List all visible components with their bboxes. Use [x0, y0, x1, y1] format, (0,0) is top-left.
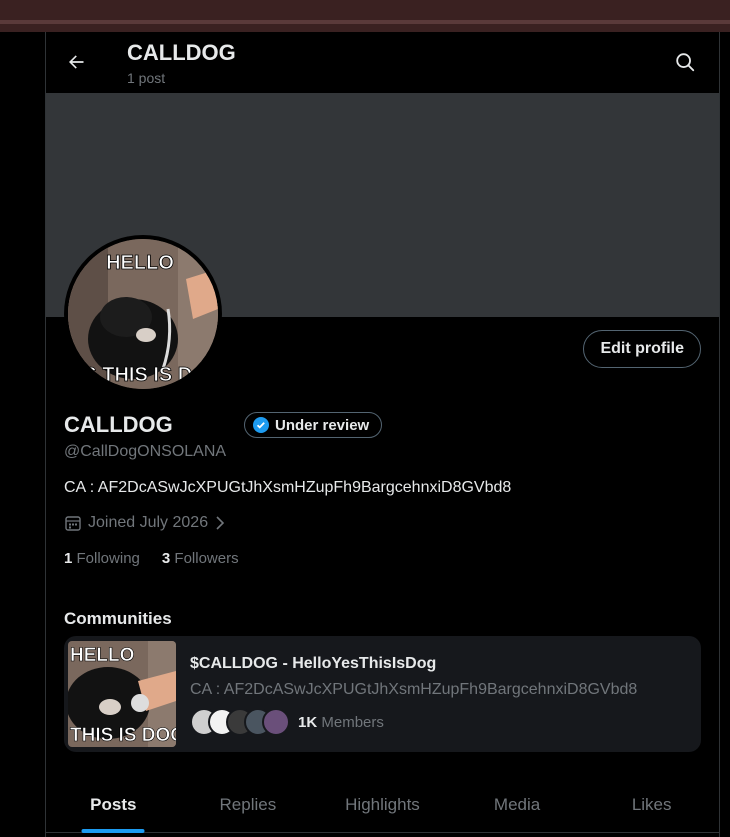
avatar-image: HELLO YES THIS IS DOG — [68, 239, 218, 389]
profile-bio: CA : AF2DcASwJcXPUGtJhXsmHZupFh9Bargcehn… — [64, 479, 512, 496]
followers-link[interactable]: 3 Followers — [162, 550, 239, 567]
communities-heading: Communities — [64, 609, 172, 628]
chevron-right-icon — [216, 516, 225, 530]
members-count-text: 1K Members — [298, 714, 384, 731]
profile-tabs: Posts Replies Highlights Media Likes — [46, 777, 719, 833]
community-image-text-bottom: THIS IS DOG — [70, 725, 176, 746]
arrow-left-icon — [69, 55, 84, 69]
calendar-icon — [65, 516, 81, 531]
verification-status-label: Under review — [275, 416, 370, 434]
avatar-text-bottom: YES THIS IS DOG — [68, 364, 218, 386]
active-tab-indicator — [81, 829, 145, 833]
edit-profile-button[interactable]: Edit profile — [583, 330, 701, 368]
profile-name: CALLDOG — [64, 412, 173, 437]
community-title: $CALLDOG - HelloYesThisIsDog — [190, 655, 437, 672]
following-count: 1 — [64, 550, 73, 567]
following-link[interactable]: 1 Following — [64, 550, 140, 567]
tab-label: Media — [493, 794, 541, 814]
search-icon — [676, 53, 695, 72]
member-avatar — [262, 708, 290, 736]
verified-check-icon — [253, 417, 269, 433]
tab-label: Replies — [219, 794, 277, 814]
followers-count: 3 — [161, 550, 171, 567]
verification-status-badge[interactable]: Under review — [244, 412, 383, 438]
header-post-count: 1 post — [127, 70, 166, 86]
window-frame-line — [0, 20, 730, 24]
following-label: Following — [76, 550, 140, 567]
avatar[interactable]: HELLO YES THIS IS DOG — [64, 235, 222, 393]
joined-date[interactable]: Joined July 2026 — [64, 514, 226, 532]
profile-header: CALLDOG 1 post — [46, 32, 719, 93]
profile-handle: @CallDogONSOLANA — [64, 443, 227, 460]
community-card[interactable]: HELLO THIS IS DOG $CALLDOG - HelloYesThi… — [64, 636, 701, 752]
tab-label: Posts — [90, 794, 137, 814]
search-button[interactable] — [671, 48, 699, 76]
tab-media[interactable]: Media — [450, 777, 585, 832]
members-label: Members — [321, 713, 384, 731]
header-title: CALLDOG — [127, 40, 236, 65]
window-frame-bar — [0, 0, 730, 32]
follow-stats: 1 Following 3 Followers — [64, 550, 239, 567]
profile-column: CALLDOG 1 post HELLO YES THIS IS DOG Edi… — [45, 32, 720, 837]
community-description: CA : AF2DcASwJcXPUGtJhXsmHZupFh9Bargcehn… — [190, 681, 638, 698]
tab-label: Likes — [631, 794, 672, 814]
tab-posts[interactable]: Posts — [46, 777, 181, 833]
avatar-text-top: HELLO — [106, 252, 174, 274]
community-members: 1K Members — [190, 708, 384, 736]
tab-label: Highlights — [345, 794, 420, 814]
members-count: 1K — [298, 713, 318, 731]
joined-label: Joined July 2026 — [88, 514, 209, 531]
tab-replies[interactable]: Replies — [181, 777, 316, 832]
followers-label: Followers — [174, 550, 239, 567]
community-image-text-top: HELLO — [70, 645, 134, 666]
community-image: HELLO THIS IS DOG — [68, 641, 176, 747]
back-button[interactable] — [60, 46, 92, 78]
tab-likes[interactable]: Likes — [584, 777, 719, 832]
tab-highlights[interactable]: Highlights — [315, 777, 450, 832]
